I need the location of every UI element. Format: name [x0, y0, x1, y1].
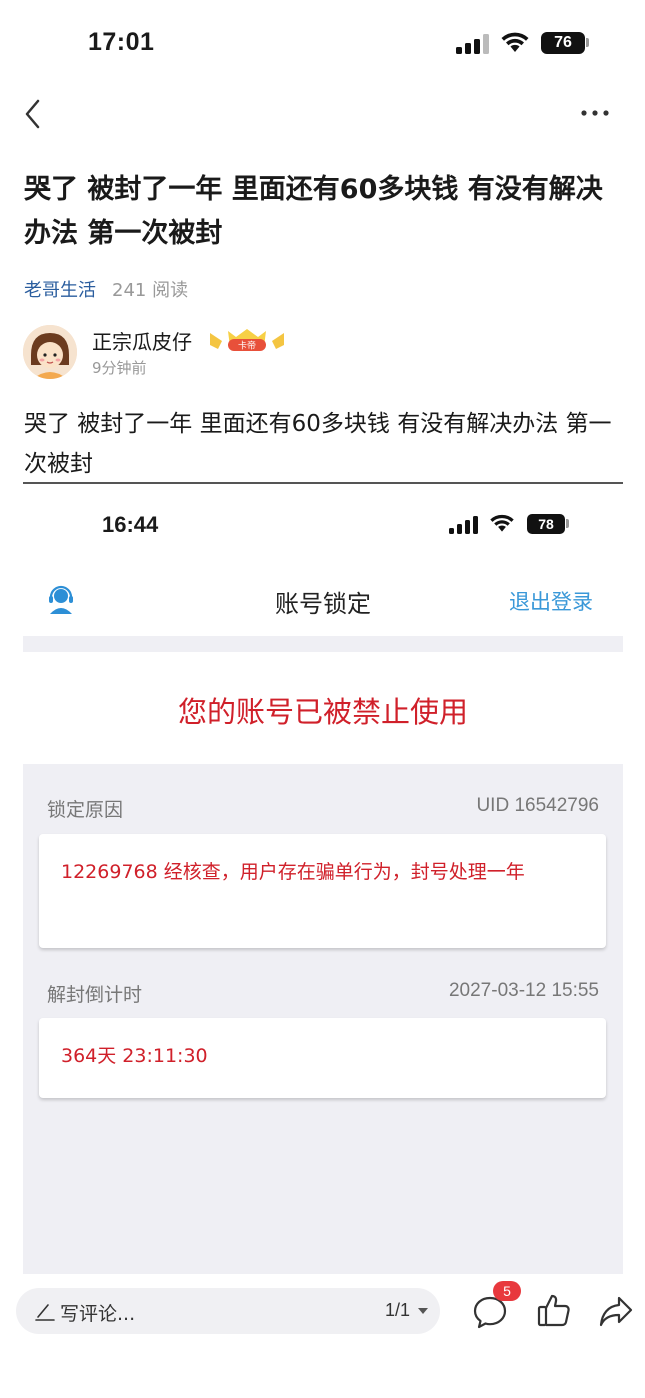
more-icon[interactable]: [580, 108, 610, 118]
view-count: 241 阅读: [112, 280, 189, 301]
badge-label: 卡帝: [238, 340, 256, 352]
lock-reason-label: 锁定原因: [47, 799, 124, 821]
screenshot-status-time: 16:44: [102, 512, 159, 537]
channel-link[interactable]: 老哥生活: [24, 276, 96, 302]
page-indicator[interactable]: 1/1: [385, 1300, 410, 1321]
share-icon[interactable]: [598, 1294, 634, 1328]
battery-indicator: 76: [541, 32, 585, 54]
comment-placeholder: 写评论...: [60, 1303, 136, 1325]
post-meta: 老哥生活 241 阅读: [24, 276, 188, 302]
author-name[interactable]: 正宗瓜皮仔: [92, 326, 192, 355]
post-body: 哭了 被封了一年 里面还有60多块钱 有没有解决办法 第一次被封: [24, 411, 612, 477]
chevron-down-icon[interactable]: [418, 1308, 428, 1314]
screenshot-battery: 78: [527, 514, 565, 534]
screenshot-separator: [23, 636, 623, 652]
countdown-card: 364天 23:11:30: [39, 1018, 606, 1098]
unlock-date: 2027-03-12 15:55: [448, 980, 599, 1001]
attached-screenshot[interactable]: 16:44 78 账号锁定 退出登录 您的账号已被禁止使用 锁定原因 UID 1…: [23, 484, 623, 1274]
screenshot-signal-icon: [449, 516, 479, 534]
vip-badge: 卡帝: [208, 327, 286, 353]
screenshot-logout-button: 退出登录: [509, 590, 593, 614]
lock-details-panel: 锁定原因 UID 16542796 12269768 经核查，用户存在骗单行为，…: [23, 764, 623, 1274]
status-bar: 17:01 76: [0, 0, 645, 88]
post-time: 9分钟前: [92, 359, 147, 377]
screenshot-battery-tip: [566, 519, 569, 528]
uid-value: UID 16542796: [476, 795, 599, 816]
comment-count-badge: 5: [493, 1281, 521, 1301]
back-icon[interactable]: [20, 96, 48, 132]
banned-message: 您的账号已被禁止使用: [177, 695, 468, 729]
wifi-icon: [501, 32, 529, 52]
post-title: 哭了 被封了一年 里面还有60多块钱 有没有解决办法 第一次被封: [24, 174, 603, 249]
countdown-label: 解封倒计时: [47, 984, 143, 1006]
battery-tip: [586, 38, 589, 47]
screenshot-wifi-icon: [490, 514, 514, 532]
lock-reason-text: 12269768 经核查，用户存在骗单行为，封号处理一年: [61, 861, 525, 883]
bottom-action-bar: 写评论... 1/1 5: [0, 1278, 645, 1398]
status-time: 17:01: [88, 28, 155, 56]
avatar[interactable]: [23, 325, 77, 379]
signal-icon: [456, 34, 490, 54]
pencil-icon: [35, 1304, 55, 1321]
countdown-value: 364天 23:11:30: [61, 1045, 208, 1067]
comment-input[interactable]: 写评论... 1/1: [16, 1288, 440, 1334]
lock-reason-card: 12269768 经核查，用户存在骗单行为，封号处理一年: [39, 834, 606, 948]
like-icon[interactable]: [537, 1292, 571, 1328]
